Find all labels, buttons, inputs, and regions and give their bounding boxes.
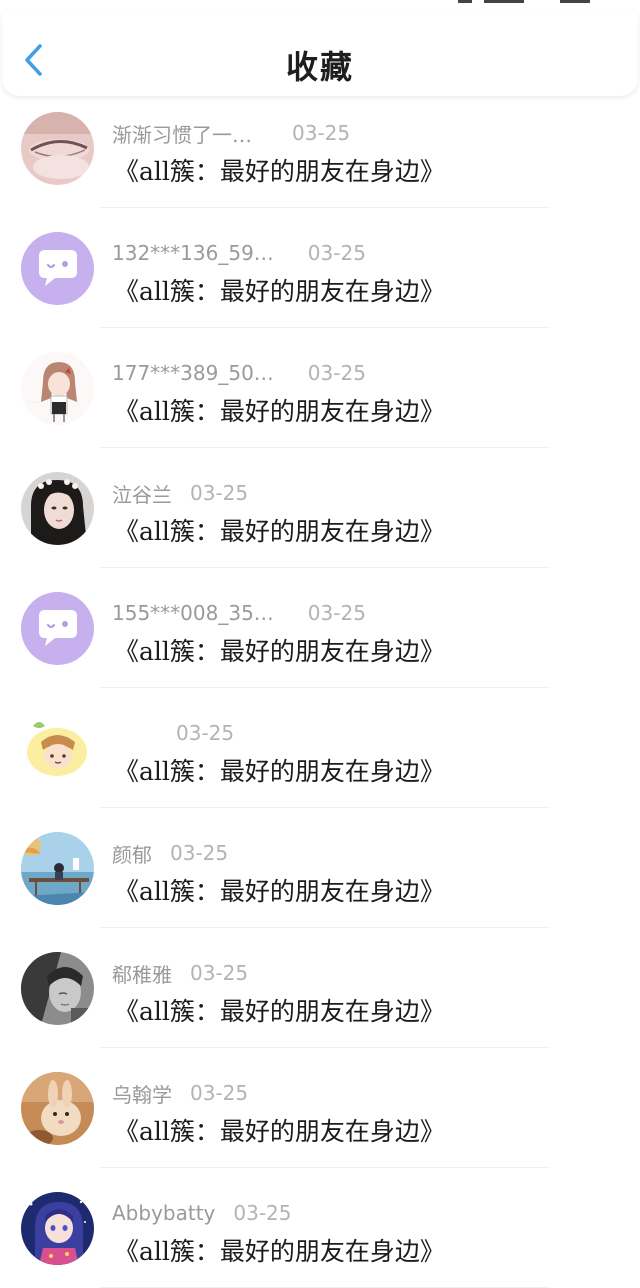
nav-header: 收藏 <box>2 12 638 96</box>
status-bar <box>0 0 640 12</box>
anime-girl-drawing: · · · <box>21 352 94 425</box>
item-title: 《all簇：最好的朋友在身边》 <box>114 637 445 666</box>
default-chat-bubble-avatar <box>21 232 94 305</box>
timestamp: 03-25 <box>307 241 366 265</box>
list-item[interactable]: 颜郁 03-25 《all簇：最好的朋友在身边》 <box>0 808 640 928</box>
timestamp: 03-25 <box>307 601 366 625</box>
item-title: 《all簇：最好的朋友在身边》 <box>114 277 445 306</box>
user-name: 132***136_59… <box>112 241 274 265</box>
avatar[interactable]: · · · <box>21 352 94 425</box>
item-title: 《all簇：最好的朋友在身边》 <box>114 397 445 426</box>
user-name: Abbybatty <box>112 1201 216 1225</box>
list-item[interactable]: 132***136_59… 03-25 《all簇：最好的朋友在身边》 <box>0 208 640 328</box>
user-name: 郗稚雅 <box>112 962 172 987</box>
list-item[interactable]: 郗稚雅 03-25 《all簇：最好的朋友在身边》 <box>0 928 640 1048</box>
favorites-list: 渐渐习惯了一… 03-25 《all簇：最好的朋友在身边》 132***136_… <box>0 88 640 1288</box>
list-item[interactable]: 155***008_35… 03-25 《all簇：最好的朋友在身边》 <box>0 568 640 688</box>
timestamp: 03-25 <box>307 361 366 385</box>
user-name: 渐渐习惯了一… <box>112 122 252 147</box>
item-title: 《all簇：最好的朋友在身边》 <box>114 757 445 786</box>
timestamp: 03-25 <box>233 1201 292 1225</box>
avatar[interactable] <box>21 112 94 185</box>
avatar[interactable] <box>21 1192 94 1265</box>
avatar[interactable] <box>21 472 94 545</box>
battery-icon <box>560 0 590 3</box>
list-item[interactable]: 乌翰学 03-25 《all簇：最好的朋友在身边》 <box>0 1048 640 1168</box>
avatar[interactable] <box>21 712 94 785</box>
item-title: 《all簇：最好的朋友在身边》 <box>114 1237 445 1266</box>
timestamp: 03-25 <box>190 1081 249 1105</box>
avatar[interactable] <box>21 232 94 305</box>
list-item[interactable]: · · · 177***389_50… 03-25 《all簇：最好的朋友在身边… <box>0 328 640 448</box>
avatar[interactable] <box>21 1072 94 1145</box>
user-name: 乌翰学 <box>112 1082 172 1107</box>
item-title: 《all簇：最好的朋友在身边》 <box>114 877 445 906</box>
item-title: 《all簇：最好的朋友在身边》 <box>114 157 445 186</box>
list-item[interactable]: 泣谷兰 03-25 《all簇：最好的朋友在身边》 <box>0 448 640 568</box>
user-name: 泣谷兰 <box>112 482 172 507</box>
default-chat-bubble-avatar <box>21 592 94 665</box>
rabbit-photo <box>21 1072 94 1145</box>
page-title: 收藏 <box>285 48 354 86</box>
list-item[interactable]: Abbybatty 03-25 《all簇：最好的朋友在身边》 <box>0 1168 640 1288</box>
avatar[interactable] <box>21 592 94 665</box>
anime-night-girl <box>21 1192 94 1265</box>
avatar[interactable] <box>21 952 94 1025</box>
eye-closeup-photo <box>21 112 94 185</box>
cartoon-boy-sticker <box>21 712 94 785</box>
anime-pier-scene <box>21 832 94 905</box>
timestamp: 03-25 <box>176 721 235 745</box>
avatar[interactable] <box>21 832 94 905</box>
timestamp: 03-25 <box>190 481 249 505</box>
bw-portrait-photo <box>21 952 94 1025</box>
user-name: 177***389_50… <box>112 361 274 385</box>
list-item[interactable]: 渐渐习惯了一… 03-25 《all簇：最好的朋友在身边》 <box>0 88 640 208</box>
timestamp: 03-25 <box>170 841 229 865</box>
item-title: 《all簇：最好的朋友在身边》 <box>114 1117 445 1146</box>
timestamp: 03-25 <box>292 121 351 145</box>
list-item[interactable]: 03-25 《all簇：最好的朋友在身边》 <box>0 688 640 808</box>
user-name: 颜郁 <box>112 842 152 867</box>
girl-portrait-photo <box>21 472 94 545</box>
item-title: 《all簇：最好的朋友在身边》 <box>114 517 445 546</box>
timestamp: 03-25 <box>190 961 249 985</box>
status-indicator <box>484 0 524 3</box>
item-title: 《all簇：最好的朋友在身边》 <box>114 997 445 1026</box>
status-indicator <box>458 0 472 3</box>
svg-text:· · ·: · · · <box>29 400 37 406</box>
user-name: 155***008_35… <box>112 601 274 625</box>
